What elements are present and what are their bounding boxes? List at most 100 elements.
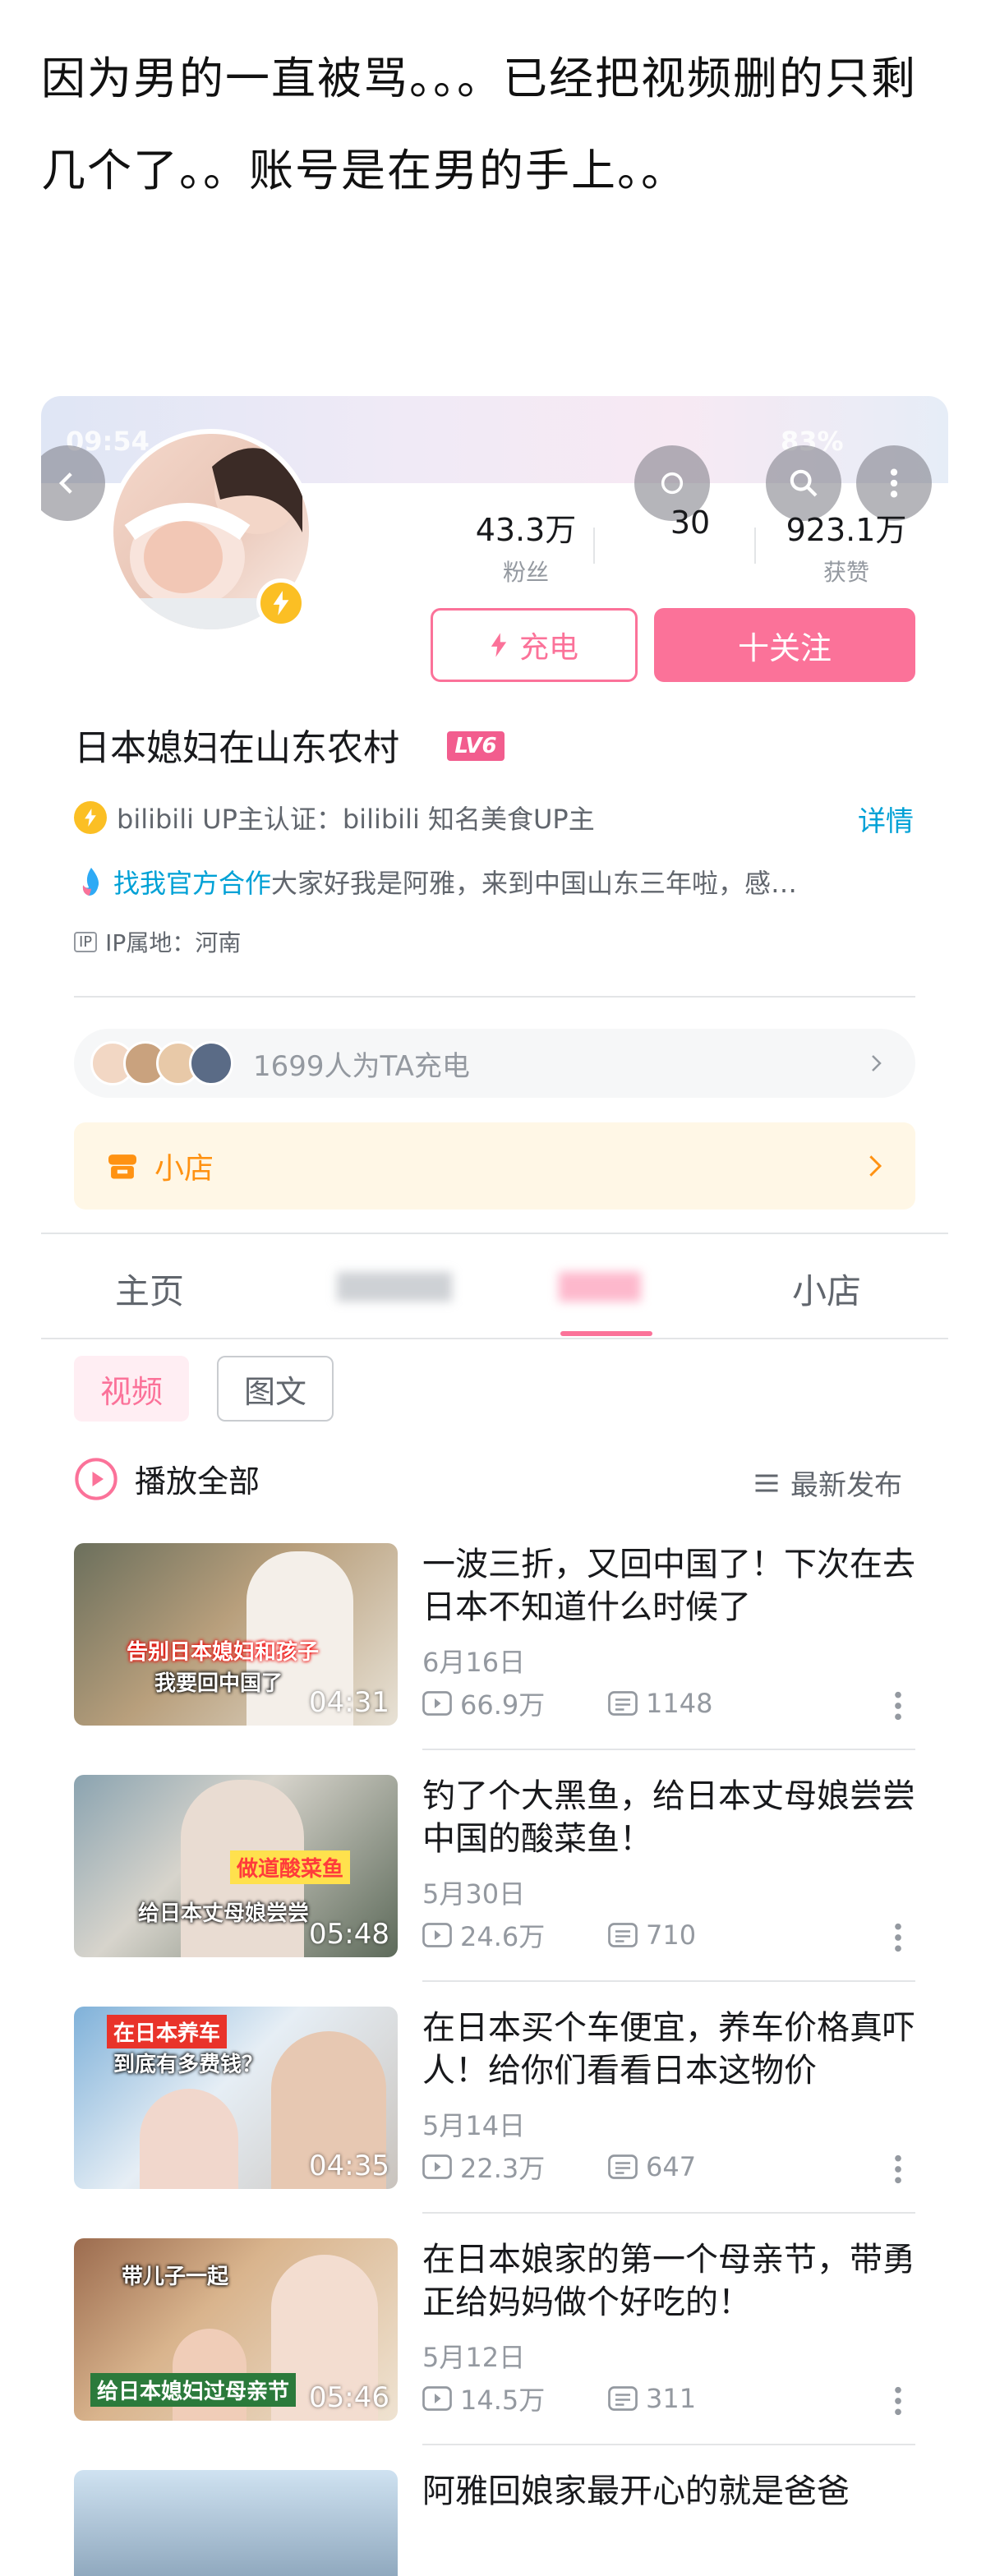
post-text: 因为男的一直被骂。。。已经把视频删的只剩几个了。。账号是在男的手上。。 (41, 53, 917, 196)
tab-active[interactable] (559, 1265, 657, 1306)
profile-screenshot: 09:54 83% 43.3万 粉丝 30 关注 923.1万 (41, 396, 948, 2576)
detail-link[interactable]: 详情 (858, 799, 914, 839)
bolt-icon (491, 633, 507, 657)
follow-button[interactable]: 十关注 (654, 608, 915, 682)
thumbnail-caption: 告别日本媳妇和孩子 (127, 1640, 320, 1665)
bio-text: 大家好我是阿雅，来到中国山东三年啦，感… (271, 868, 798, 899)
video-thumbnail[interactable]: 在日本养车 到底有多费钱？ 04:35 (74, 2007, 398, 2189)
video-title[interactable]: 在日本买个车便宜，养车价格真吓人！给你们看看日本这物价 (422, 2007, 915, 2092)
list-icon (755, 1474, 778, 1491)
filter-video[interactable]: 视频 (74, 1356, 189, 1422)
video-item[interactable]: 告别日本媳妇和孩子 我要回中国了 04:31 一波三折，又回中国了！下次在去日本… (74, 1543, 915, 1726)
video-danmaku: 710 (646, 1919, 697, 1951)
thumbnail-caption: 给日本媳妇过母亲节 (90, 2373, 297, 2407)
shop-label: 小店 (154, 1152, 214, 1186)
more-vertical-icon[interactable] (894, 1921, 902, 1954)
video-title[interactable]: 阿雅回娘家最开心的就是爸爸 (422, 2470, 915, 2513)
level-badge: LV6 (447, 731, 505, 761)
more-vertical-icon[interactable] (894, 1689, 902, 1722)
stat-fans-num: 43.3万 (475, 512, 577, 548)
video-title[interactable]: 钓了个大黑鱼，给日本丈母娘尝尝中国的酸菜鱼！ (422, 1775, 915, 1860)
thumbnail-caption: 给日本丈母娘尝尝 (138, 1901, 310, 1926)
video-thumbnail[interactable] (74, 2470, 398, 2576)
ip-text: IP属地：河南 (105, 929, 242, 956)
bolt-icon (273, 591, 289, 615)
play-circle-icon (75, 1457, 117, 1500)
tab-shop[interactable]: 小店 (792, 1264, 861, 1314)
charge-badge (256, 578, 306, 628)
filter-article[interactable]: 图文 (217, 1356, 334, 1422)
tab-bar: 主页 小店 (41, 1231, 948, 1338)
video-danmaku: 1148 (646, 1688, 713, 1719)
divider (422, 2444, 915, 2445)
stat-divider (593, 528, 595, 564)
sort-label: 最新发布 (790, 1469, 902, 1502)
charge-button[interactable]: 充电 (431, 608, 638, 682)
bio[interactable]: 找我官方合作 大家好我是阿雅，来到中国山东三年啦，感… (79, 863, 909, 901)
ip-badge: IP (74, 931, 98, 952)
tab-hidden[interactable] (337, 1265, 468, 1306)
thumbnail-caption: 到底有多费钱？ (113, 2053, 264, 2077)
video-title[interactable]: 在日本娘家的第一个母亲节，带勇正给妈妈做个好吃的！ (422, 2238, 915, 2324)
video-danmaku: 311 (646, 2383, 697, 2414)
share-icon (661, 472, 684, 495)
charge-supporters-bar[interactable]: 1699人为TA充电 (74, 1029, 915, 1098)
thumbnail-caption: 做道酸菜鱼 (230, 1850, 351, 1884)
supporter-avatars (90, 1041, 233, 1085)
video-duration: 04:35 (309, 2150, 389, 2182)
video-stats: 22.3万 647 (422, 2148, 696, 2186)
coop-link[interactable]: 找我官方合作 (113, 863, 271, 901)
video-duration: 05:48 (309, 1918, 389, 1951)
person-figure (140, 2089, 238, 2189)
video-date: 5月14日 (422, 2110, 526, 2141)
stat-likes-label: 获赞 (822, 559, 869, 586)
video-item[interactable]: 在日本养车 到底有多费钱？ 04:35 在日本买个车便宜，养车价格真吓人！给你们… (74, 2007, 915, 2189)
bolt-icon (74, 801, 107, 834)
shop-icon (108, 1154, 136, 1179)
stat-following[interactable]: 30 关注 (649, 505, 731, 578)
video-date: 5月12日 (422, 2342, 526, 2373)
video-title[interactable]: 一波三折，又回中国了！下次在去日本不知道什么时候了 (422, 1543, 915, 1629)
user-name: 日本媳妇在山东农村 (74, 727, 399, 769)
video-thumbnail[interactable]: 带儿子一起 给日本媳妇过母亲节 05:46 (74, 2238, 398, 2421)
sort-button[interactable]: 最新发布 (754, 1463, 902, 1503)
chevron-right-icon (872, 1055, 882, 1071)
video-item[interactable]: 做道酸菜鱼 给日本丈母娘尝尝 05:48 钓了个大黑鱼，给日本丈母娘尝尝中国的酸… (74, 1775, 915, 1957)
video-views: 66.9万 (460, 1689, 546, 1721)
divider (74, 996, 915, 998)
video-item[interactable]: 带儿子一起 给日本媳妇过母亲节 05:46 在日本娘家的第一个母亲节，带勇正给妈… (74, 2238, 915, 2421)
video-thumbnail[interactable]: 做道酸菜鱼 给日本丈母娘尝尝 05:48 (74, 1775, 398, 1957)
stat-following-num: 30 (670, 505, 711, 541)
charge-label: 充电 (518, 631, 578, 665)
play-all-button[interactable]: 播放全部 (74, 1456, 260, 1501)
more-vertical-icon[interactable] (894, 2385, 902, 2417)
cert-text: bilibili UP主认证：bilibili 知名美食UP主 (117, 804, 595, 835)
chevron-right-icon (869, 1155, 882, 1177)
shop-bar[interactable]: 小店 (74, 1122, 915, 1210)
video-danmaku: 647 (646, 2151, 697, 2182)
stat-likes-num: 923.1万 (786, 512, 907, 548)
divider (41, 1338, 948, 1339)
more-vertical-icon (890, 468, 898, 498)
video-thumbnail[interactable]: 告别日本媳妇和孩子 我要回中国了 04:31 (74, 1543, 398, 1726)
video-item[interactable]: 阿雅回娘家最开心的就是爸爸 (74, 2470, 915, 2576)
danmaku-icon (608, 1691, 638, 1716)
thumbnail-caption: 我要回中国了 (154, 1671, 283, 1696)
more-vertical-icon[interactable] (894, 2153, 902, 2186)
flame-icon (82, 868, 99, 896)
ip-location: IP IP属地：河南 (74, 925, 241, 958)
follow-label: 十关注 (737, 629, 832, 666)
stat-fans[interactable]: 43.3万 粉丝 (460, 505, 592, 588)
chevron-left-icon (58, 472, 72, 494)
tab-active-indicator (560, 1331, 652, 1336)
tab-home[interactable]: 主页 (115, 1264, 184, 1314)
danmaku-icon (608, 1923, 638, 1947)
thumbnail-caption: 在日本养车 (107, 2015, 228, 2048)
danmaku-icon (608, 2386, 638, 2411)
stat-divider (754, 528, 756, 564)
video-date: 6月16日 (422, 1647, 526, 1678)
play-count-icon (422, 2154, 452, 2179)
avatar (189, 1041, 233, 1085)
video-views: 24.6万 (460, 1921, 546, 1952)
stat-likes[interactable]: 923.1万 获赞 (764, 505, 928, 588)
